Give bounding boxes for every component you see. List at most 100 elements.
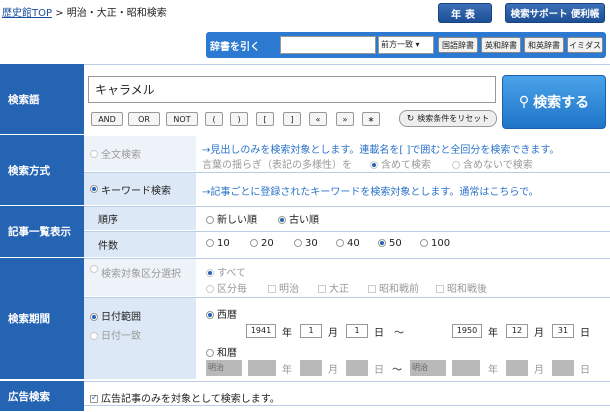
category-select-radio[interactable]	[90, 265, 98, 273]
category-by-period-option[interactable]: 区分毎	[206, 280, 247, 295]
breadcrumb-home-link[interactable]: 歴史館TOP	[2, 8, 52, 19]
era-meiji-option[interactable]: 明治	[268, 280, 299, 295]
era-prewar-checkbox[interactable]	[368, 285, 376, 293]
reset-conditions-button[interactable]: ↻ 検索条件をリセット	[399, 110, 497, 127]
count-radio-20[interactable]	[250, 239, 258, 247]
category-all-radio[interactable]	[206, 269, 214, 277]
to-day-input[interactable]: 31	[552, 324, 574, 338]
to-year-unit: 年	[488, 328, 498, 339]
keyword-radio[interactable]	[90, 185, 98, 193]
waei-dictionary-button[interactable]: 和英辞書	[524, 37, 564, 53]
single-date-option[interactable]: 日付一致	[90, 327, 196, 342]
count-radio-100[interactable]	[420, 239, 428, 247]
count-option-label-100: 100	[431, 238, 451, 249]
japanese-calendar-label: 和暦	[217, 348, 237, 359]
to-month-unit: 月	[534, 328, 544, 339]
imidas-button[interactable]: イミダス	[567, 37, 603, 53]
to-era-day-input[interactable]	[552, 360, 574, 376]
count-option-40[interactable]: 40	[336, 238, 360, 249]
count-option-50[interactable]: 50	[378, 238, 402, 249]
ad-only-checkbox[interactable]: ✓	[90, 393, 98, 403]
count-option-30[interactable]: 30	[294, 238, 318, 249]
date-mode-cell: 日付範囲 日付一致	[84, 298, 196, 380]
order-label: 順序	[84, 207, 196, 231]
japanese-calendar-option[interactable]: 和暦	[206, 344, 237, 359]
era-postwar-option[interactable]: 昭和戦後	[436, 280, 487, 295]
kokugo-dictionary-button[interactable]: 国語辞書	[438, 37, 478, 53]
search-input[interactable]: キャラメル	[88, 76, 496, 103]
japanese-calendar-radio[interactable]	[206, 349, 214, 357]
count-option-100[interactable]: 100	[420, 238, 450, 249]
order-newest-radio[interactable]	[206, 216, 214, 224]
era-taisho-option[interactable]: 大正	[318, 280, 349, 295]
count-option-label-10: 10	[217, 238, 230, 249]
single-date-radio[interactable]	[90, 332, 98, 340]
era-taisho-checkbox[interactable]	[318, 285, 326, 293]
category-select-option[interactable]: 検索対象区分選択	[84, 259, 196, 297]
ad-only-option[interactable]: ✓ 広告記事のみを対象として検索します。	[90, 390, 280, 405]
dictionary-match-select[interactable]: 前方一致 ▾	[378, 36, 434, 54]
magnifier-icon: ⚲	[518, 94, 530, 110]
from-era-day-input[interactable]	[346, 360, 368, 376]
variant-exclude-option[interactable]: 含めないで検索	[452, 156, 533, 171]
fulltext-radio[interactable]	[90, 149, 98, 158]
count-radio-40[interactable]	[336, 239, 344, 247]
variant-exclude-radio[interactable]	[452, 161, 460, 169]
order-oldest-radio[interactable]	[278, 216, 286, 224]
from-era-month-input[interactable]	[300, 360, 322, 376]
count-radio-30[interactable]	[294, 239, 302, 247]
category-all-option[interactable]: すべて	[206, 264, 246, 279]
count-radio-50[interactable]	[378, 239, 386, 247]
variant-include-radio[interactable]	[370, 161, 378, 169]
and-button[interactable]: AND	[91, 112, 123, 126]
ad-search-label: 広告検索	[0, 381, 84, 412]
order-oldest-option[interactable]: 古い順	[278, 211, 319, 226]
not-button[interactable]: NOT	[166, 112, 198, 126]
to-era-month-input[interactable]	[506, 360, 528, 376]
open-paren-button[interactable]: (	[205, 112, 223, 126]
variant-include-option[interactable]: 含めて検索	[370, 156, 431, 171]
date-range-radio[interactable]	[90, 313, 98, 321]
from-day-input[interactable]: 1	[346, 324, 368, 338]
search-support-button[interactable]: 検索サポート 便利帳	[505, 3, 605, 23]
dictionary-input[interactable]	[280, 36, 376, 54]
asterisk-button[interactable]: ∗	[362, 112, 380, 126]
from-month-unit: 月	[328, 328, 338, 339]
close-paren-button[interactable]: )	[230, 112, 248, 126]
from-month-input[interactable]: 1	[300, 324, 322, 338]
nenpyo-button[interactable]: 年表	[438, 3, 492, 23]
to-month-input[interactable]: 12	[506, 324, 528, 338]
count-option-label-20: 20	[261, 238, 274, 249]
era-meiji-checkbox[interactable]	[268, 285, 276, 293]
to-era-select[interactable]: 明治	[410, 360, 446, 376]
western-calendar-radio[interactable]	[206, 311, 214, 319]
from-era-year-input[interactable]	[248, 360, 276, 376]
close-guillemet-button[interactable]: »	[336, 112, 354, 126]
to-era-year-input[interactable]	[452, 360, 480, 376]
era-range-tilde: 〜	[392, 365, 402, 376]
open-guillemet-button[interactable]: «	[309, 112, 327, 126]
western-calendar-option[interactable]: 西暦	[206, 306, 237, 321]
close-bracket-button[interactable]: ]	[283, 112, 301, 126]
eiwa-dictionary-button[interactable]: 英和辞書	[481, 37, 521, 53]
open-bracket-button[interactable]: [	[256, 112, 274, 126]
ad-only-label: 広告記事のみを対象として検索します。	[101, 394, 280, 405]
fulltext-option[interactable]: 全文検索	[84, 136, 196, 172]
variant-label: 言葉の揺らぎ（表記の多様性）を	[202, 160, 352, 171]
or-button[interactable]: OR	[128, 112, 160, 126]
search-submit-button[interactable]: ⚲ 検索する	[502, 75, 606, 129]
keyword-option[interactable]: キーワード検索	[84, 173, 196, 206]
category-by-period-radio[interactable]	[206, 285, 214, 293]
era-postwar-checkbox[interactable]	[436, 285, 444, 293]
count-option-20[interactable]: 20	[250, 238, 274, 249]
order-newest-option[interactable]: 新しい順	[206, 211, 257, 226]
era-prewar-option[interactable]: 昭和戦前	[368, 280, 419, 295]
fulltext-option-label: 全文検索	[101, 150, 141, 161]
to-year-input[interactable]: 1950	[452, 324, 482, 338]
count-option-label-50: 50	[389, 238, 402, 249]
from-era-select[interactable]: 明治	[206, 360, 242, 376]
date-range-option[interactable]: 日付範囲	[90, 308, 196, 323]
count-option-10[interactable]: 10	[206, 238, 230, 249]
count-radio-10[interactable]	[206, 239, 214, 247]
from-year-input[interactable]: 1941	[246, 324, 276, 338]
